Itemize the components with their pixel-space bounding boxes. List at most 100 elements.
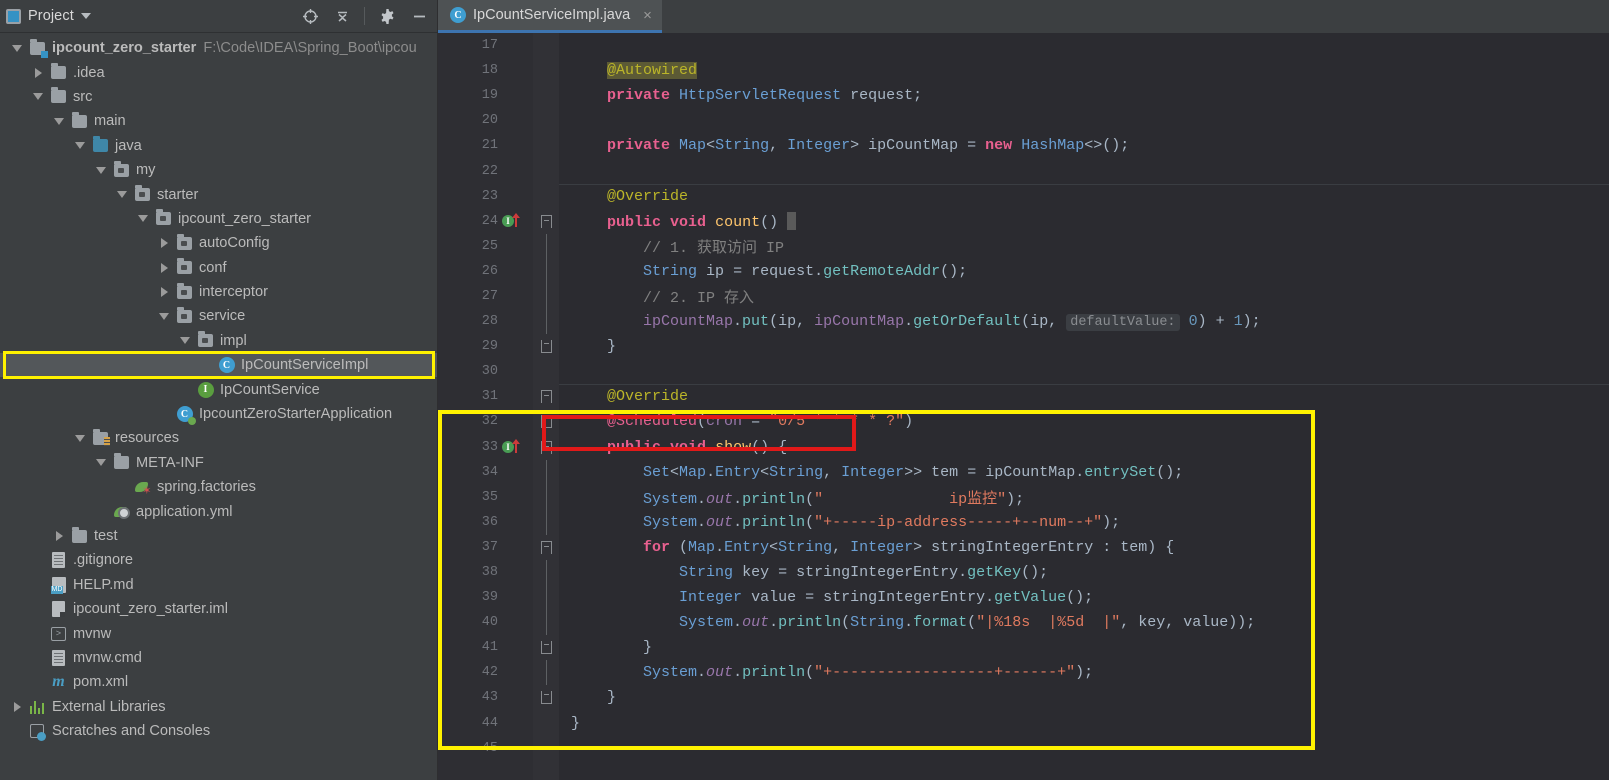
tree-item[interactable]: ipcount_zero_starter.iml <box>0 597 437 621</box>
expand-arrow-icon[interactable] <box>27 67 49 78</box>
code-line[interactable]: 17 <box>438 33 1609 58</box>
fold-region-end-icon[interactable] <box>540 340 552 354</box>
code-line[interactable]: 42 System.out.println("+----------------… <box>438 660 1609 686</box>
tree-item[interactable]: autoConfig <box>0 231 437 255</box>
expand-arrow-icon[interactable] <box>6 701 28 712</box>
tree-item[interactable]: main <box>0 109 437 133</box>
code-line[interactable]: 24 I public void count() <box>438 209 1609 234</box>
code-line[interactable]: 30 <box>438 359 1609 384</box>
project-tree[interactable]: ipcount_zero_starter F:\Code\IDEA\Spring_… <box>0 33 437 743</box>
code-line[interactable]: 35 System.out.println(" ip监控"); <box>438 484 1609 510</box>
method-separator-line <box>559 384 1609 386</box>
collapse-arrow-icon[interactable] <box>6 44 28 52</box>
code-line[interactable]: 44} <box>438 711 1609 736</box>
tree-item[interactable]: External Libraries <box>0 695 437 719</box>
code-line[interactable]: 31 @Override <box>438 384 1609 409</box>
tree-item[interactable]: META-INF <box>0 451 437 475</box>
fold-region-end-icon[interactable] <box>540 691 552 705</box>
tree-item-label: src <box>73 88 93 105</box>
tree-item[interactable]: java <box>0 134 437 158</box>
code-line[interactable]: 28 ipCountMap.put(ip, ipCountMap.getOrDe… <box>438 309 1609 335</box>
spring-boot-class-icon: C <box>175 406 196 426</box>
code-line[interactable]: 18 @Autowired <box>438 58 1609 83</box>
code-line[interactable]: 19 private HttpServletRequest request; <box>438 83 1609 108</box>
code-editor[interactable]: 17 18 @Autowired 19 private HttpServletReq… <box>438 33 1609 780</box>
code-line[interactable]: 43 } <box>438 685 1609 710</box>
code-line[interactable]: 27 // 2. IP 存入 <box>438 283 1609 309</box>
tab-ipcountserviceimpl[interactable]: C IpCountServiceImpl.java × <box>438 0 662 33</box>
collapse-arrow-icon[interactable] <box>132 215 154 223</box>
code-line[interactable]: 32 @Scheduled(cron = "0/5 * * * * ?") <box>438 409 1609 434</box>
tree-item-path: F:\Code\IDEA\Spring_Boot\ipcou <box>203 40 417 57</box>
tree-item[interactable]: ipcount_zero_starter <box>0 207 437 231</box>
hide-panel-icon[interactable] <box>409 6 429 26</box>
fold-region-start-icon[interactable] <box>540 540 552 554</box>
tree-item[interactable]: > mvnw <box>0 621 437 645</box>
tree-item[interactable]: Scratches and Consoles <box>0 719 437 743</box>
tree-item[interactable]: .idea <box>0 60 437 84</box>
collapse-all-icon[interactable] <box>332 6 352 26</box>
fold-region-start-icon[interactable] <box>540 390 552 404</box>
tree-item[interactable]: my <box>0 158 437 182</box>
settings-gear-icon[interactable] <box>377 6 397 26</box>
chevron-down-icon[interactable] <box>80 13 91 19</box>
code-line[interactable]: 40 System.out.println(String.format("|%1… <box>438 610 1609 636</box>
tree-item[interactable]: I IpCountService <box>0 377 437 401</box>
collapse-arrow-icon[interactable] <box>27 93 49 101</box>
collapse-arrow-icon[interactable] <box>69 142 91 150</box>
code-line[interactable]: 22 <box>438 158 1609 183</box>
tree-item[interactable]: m pom.xml <box>0 670 437 694</box>
code-line[interactable]: 21 private Map<String, Integer> ipCountM… <box>438 133 1609 158</box>
code-line[interactable]: 45 <box>438 736 1609 761</box>
code-line[interactable]: 41 } <box>438 635 1609 660</box>
fold-region-end-icon[interactable] <box>540 415 552 429</box>
code-line[interactable]: 29 } <box>438 334 1609 359</box>
project-panel-title-group[interactable]: Project <box>6 8 91 24</box>
collapse-arrow-icon[interactable] <box>174 337 196 345</box>
tree-item[interactable]: src <box>0 85 437 109</box>
code-lines[interactable]: 17 18 @Autowired 19 private HttpServletReq… <box>438 33 1609 761</box>
code-line[interactable]: 37 for (Map.Entry<String, Integer> strin… <box>438 535 1609 560</box>
tree-item[interactable]: starter <box>0 182 437 206</box>
tree-item[interactable]: service <box>0 304 437 328</box>
collapse-arrow-icon[interactable] <box>90 166 112 174</box>
code-line[interactable]: 38 String key = stringIntegerEntry.getKe… <box>438 560 1609 586</box>
code-line[interactable]: 34 Set<Map.Entry<String, Integer>> tem =… <box>438 459 1609 485</box>
collapse-arrow-icon[interactable] <box>69 434 91 442</box>
locate-icon[interactable] <box>300 6 320 26</box>
code-line[interactable]: 33 I public void show() { <box>438 435 1609 460</box>
expand-arrow-icon[interactable] <box>153 262 175 273</box>
code-line[interactable]: 25 // 1. 获取访问 IP <box>438 233 1609 259</box>
tree-item[interactable]: mvnw.cmd <box>0 646 437 670</box>
tree-item[interactable]: application.yml <box>0 499 437 523</box>
expand-arrow-icon[interactable] <box>153 238 175 249</box>
tree-item[interactable]: HELP.md <box>0 573 437 597</box>
expand-arrow-icon[interactable] <box>48 531 70 541</box>
tree-item-selected[interactable]: C IpCountServiceImpl <box>0 353 437 378</box>
tree-item[interactable]: .gitignore <box>0 548 437 572</box>
code-line[interactable]: 23 @Override <box>438 183 1609 209</box>
fold-region-start-icon[interactable] <box>540 440 552 454</box>
close-icon[interactable]: × <box>643 7 652 24</box>
tree-item[interactable]: interceptor <box>0 280 437 304</box>
java-class-icon: C <box>450 7 466 23</box>
code-line[interactable]: 36 System.out.println("+-----ip-address-… <box>438 509 1609 535</box>
tree-item[interactable]: resources <box>0 426 437 450</box>
collapse-arrow-icon[interactable] <box>48 117 70 125</box>
code-text: // 1. 获取访问 IP <box>643 239 785 257</box>
tree-item[interactable]: impl <box>0 329 437 353</box>
tree-item[interactable]: spring.factories <box>0 475 437 499</box>
collapse-arrow-icon[interactable] <box>90 459 112 467</box>
collapse-arrow-icon[interactable] <box>153 312 175 320</box>
fold-region-end-icon[interactable] <box>540 641 552 655</box>
tree-item[interactable]: conf <box>0 256 437 280</box>
code-line[interactable]: 26 String ip = request.getRemoteAddr(); <box>438 258 1609 284</box>
code-line[interactable]: 39 Integer value = stringIntegerEntry.ge… <box>438 585 1609 611</box>
tree-item[interactable]: ipcount_zero_starter F:\Code\IDEA\Spring_… <box>0 36 437 60</box>
tree-item[interactable]: test <box>0 524 437 548</box>
expand-arrow-icon[interactable] <box>153 287 175 298</box>
collapse-arrow-icon[interactable] <box>111 191 133 199</box>
code-line[interactable]: 20 <box>438 108 1609 133</box>
fold-region-start-icon[interactable] <box>540 214 552 228</box>
tree-item[interactable]: C IpcountZeroStarterApplication <box>0 402 437 426</box>
